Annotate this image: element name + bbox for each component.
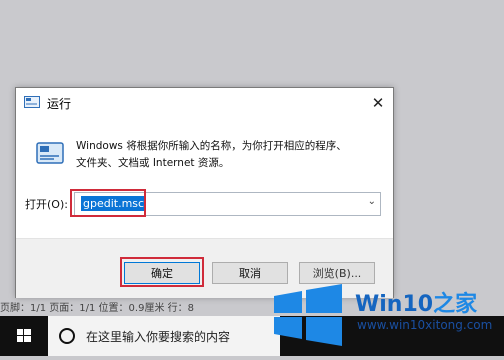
close-button[interactable]: ✕	[363, 88, 393, 117]
run-dialog: 运行 ✕ Windows 将根据你所输入的名称，为你打开相应的程序、 文件夹、文…	[15, 87, 394, 298]
background-status-text: 页脚：1/1 页面：1/1 位置：0.9厘米 行：8	[0, 303, 194, 314]
title-bar[interactable]: 运行 ✕	[16, 88, 393, 117]
watermark-title-main: Win10	[355, 292, 434, 317]
dialog-description: Windows 将根据你所输入的名称，为你打开相应的程序、 文件夹、文档或 In…	[76, 138, 376, 172]
cancel-button[interactable]: 取消	[212, 262, 288, 284]
start-button[interactable]	[0, 316, 48, 356]
browse-button[interactable]: 浏览(B)...	[299, 262, 375, 284]
dialog-title: 运行	[47, 97, 72, 111]
chevron-down-icon[interactable]: ⌄	[368, 196, 376, 207]
watermark-title-accent: 之家	[433, 292, 478, 317]
taskbar-search-box[interactable]: 在这里输入你要搜索的内容	[48, 316, 280, 356]
run-icon	[36, 142, 64, 164]
description-line-2: 文件夹、文档或 Internet 资源。	[76, 157, 230, 169]
windows-logo-icon	[17, 329, 31, 342]
win10-watermark-logo-icon	[274, 284, 342, 346]
close-icon: ✕	[371, 93, 385, 112]
cortana-circle-icon	[59, 328, 75, 344]
run-app-icon	[24, 96, 40, 108]
input-highlight-box	[70, 189, 146, 217]
watermark-title: Win10之家	[355, 286, 477, 318]
open-label: 打开(O):	[25, 198, 68, 211]
ok-highlight-box	[120, 257, 204, 287]
watermark-url: www.win10xitong.com	[357, 318, 493, 332]
description-line-1: Windows 将根据你所输入的名称，为你打开相应的程序、	[76, 140, 347, 152]
search-placeholder: 在这里输入你要搜索的内容	[86, 330, 231, 344]
